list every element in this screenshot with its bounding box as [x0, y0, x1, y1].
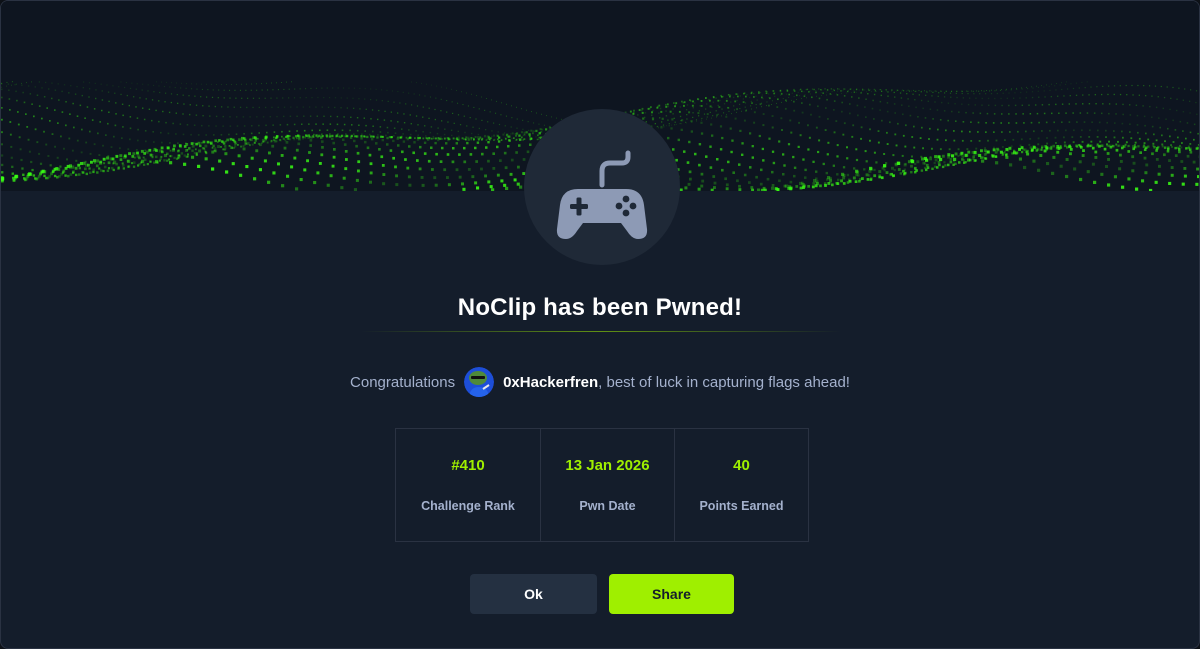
congrats-suffix: , best of luck in capturing flags ahead!	[598, 373, 850, 391]
stats-panel: #410 Challenge Rank 13 Jan 2026 Pwn Date…	[395, 428, 809, 542]
stat-value: 40	[733, 457, 750, 474]
stat-challenge-rank: #410 Challenge Rank	[396, 429, 541, 541]
dialog-title: NoClip has been Pwned!	[457, 294, 743, 321]
stat-value: #410	[451, 457, 485, 474]
congrats-prefix: Congratulations	[350, 373, 456, 391]
title-divider	[361, 331, 841, 332]
share-button[interactable]: Share	[609, 574, 734, 614]
gamepad-badge	[524, 109, 680, 265]
stat-label: Points Earned	[699, 499, 784, 513]
congrats-message: Congratulations 0xHackerfren , best of l…	[1, 367, 1199, 397]
ok-button[interactable]: Ok	[470, 574, 597, 614]
stat-label: Pwn Date	[579, 499, 636, 513]
stat-pwn-date: 13 Jan 2026 Pwn Date	[541, 429, 675, 541]
stat-points-earned: 40 Points Earned	[675, 429, 808, 541]
username[interactable]: 0xHackerfren	[503, 374, 598, 391]
gamepad-icon	[556, 150, 648, 239]
stat-label: Challenge Rank	[421, 499, 515, 513]
user-avatar[interactable]	[464, 367, 495, 397]
stat-value: 13 Jan 2026	[565, 457, 650, 474]
pwned-dialog: NoClip has been Pwned! Congratulations 0…	[0, 0, 1200, 649]
